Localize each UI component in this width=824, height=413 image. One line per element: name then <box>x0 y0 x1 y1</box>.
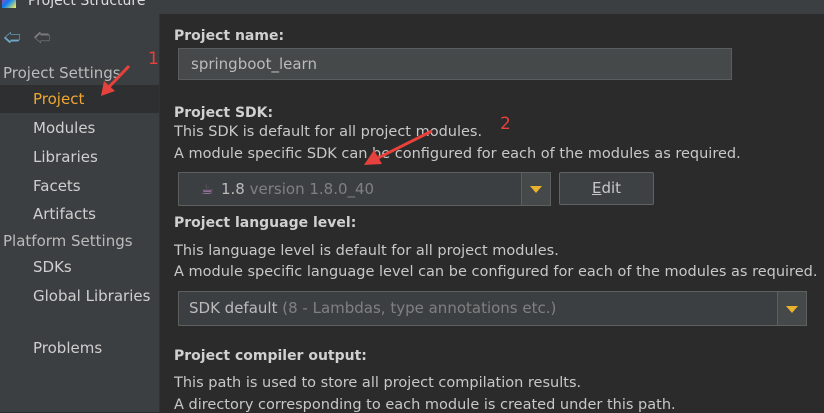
compiler-output-label: Project compiler output: <box>174 348 367 364</box>
language-level-main: SDK default <box>189 299 278 317</box>
language-level-hint: (8 - Lambdas, type annotations etc.) <box>282 299 557 317</box>
sdk-version-hint: version 1.8.0_40 <box>249 180 375 198</box>
sidebar-item-libraries[interactable]: Libraries <box>0 143 159 171</box>
language-level-label: Project language level: <box>174 215 357 231</box>
sidebar-item-artifacts[interactable]: Artifacts <box>0 200 159 228</box>
compiler-output-desc-2: A directory corresponding to each module… <box>174 397 676 413</box>
annotation-marker-1: 1 <box>148 49 159 69</box>
java-cup-icon: ☕ <box>201 182 214 198</box>
sidebar-item-modules[interactable]: Modules <box>0 114 159 142</box>
project-sdk-desc-2: A module specific SDK can be configured … <box>174 146 741 162</box>
language-level-dropdown[interactable]: SDK default (8 - Lambdas, type annotatio… <box>178 291 807 326</box>
language-level-desc-1: This language level is default for all p… <box>174 243 559 259</box>
project-sdk-desc-1: This SDK is default for all project modu… <box>174 124 483 140</box>
sdk-dropdown-arrow[interactable] <box>521 173 550 205</box>
chevron-down-icon <box>786 305 798 313</box>
sidebar: 🢠 🢢 Project Settings Project Modules Lib… <box>0 14 160 412</box>
app-logo-icon <box>2 0 16 8</box>
sidebar-item-global-libraries[interactable]: Global Libraries <box>0 282 159 310</box>
back-arrow-icon[interactable]: 🢠 <box>3 29 21 47</box>
sidebar-item-sdks[interactable]: SDKs <box>0 253 159 281</box>
window-title: Project Structure <box>28 0 146 9</box>
compiler-output-desc-1: This path is used to store all project c… <box>174 375 582 391</box>
sidebar-item-problems[interactable]: Problems <box>0 334 159 362</box>
project-sdk-dropdown[interactable]: ☕ 1.8 version 1.8.0_40 <box>178 172 551 206</box>
sdk-version-main: 1.8 <box>221 180 245 198</box>
annotation-marker-2: 2 <box>500 114 511 134</box>
language-level-desc-2: A module specific language level can be … <box>174 264 818 280</box>
title-bar: Project Structure <box>0 0 824 14</box>
forward-arrow-icon[interactable]: 🢢 <box>33 29 51 47</box>
project-sdk-label: Project SDK: <box>174 105 274 121</box>
section-platform-settings: Platform Settings <box>3 232 133 250</box>
language-dropdown-arrow[interactable] <box>777 292 806 325</box>
main-panel: Project name: springboot_learn Project S… <box>160 14 824 413</box>
edit-sdk-button[interactable]: Edit <box>559 172 654 205</box>
project-name-input[interactable]: springboot_learn <box>178 48 732 80</box>
project-name-label: Project name: <box>174 28 285 44</box>
sidebar-item-facets[interactable]: Facets <box>0 172 159 200</box>
chevron-down-icon <box>530 186 542 193</box>
sidebar-item-project[interactable]: Project <box>0 85 159 113</box>
section-project-settings: Project Settings <box>3 64 121 82</box>
